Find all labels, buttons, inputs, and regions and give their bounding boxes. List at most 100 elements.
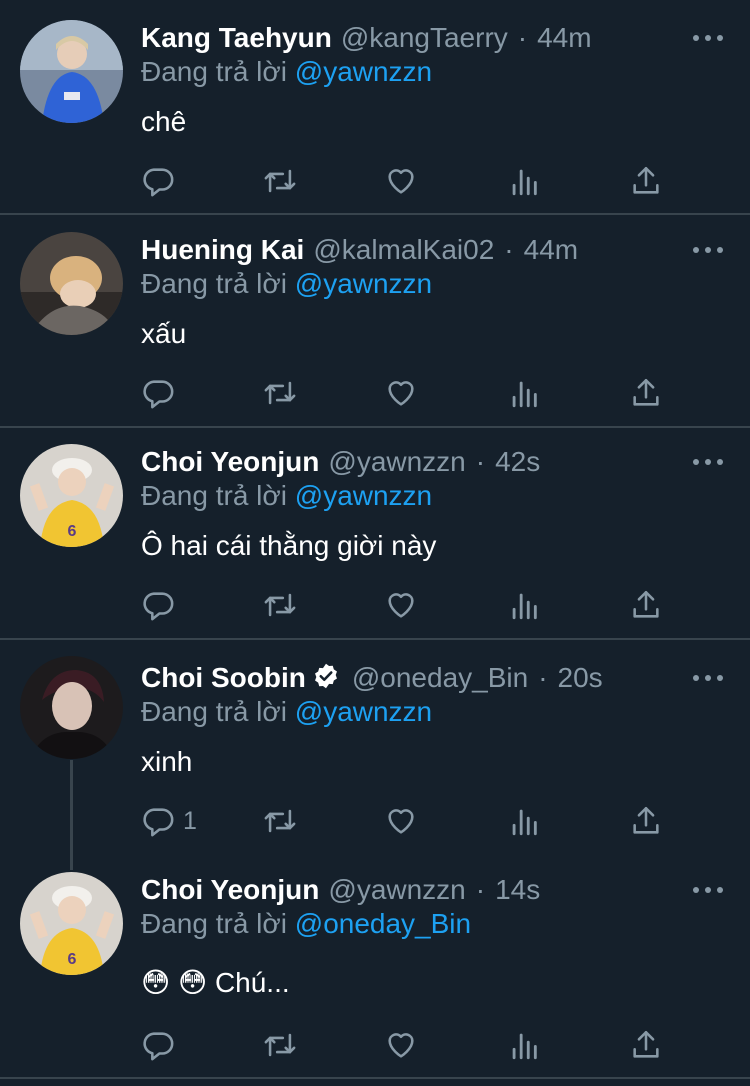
reply-icon bbox=[143, 168, 174, 197]
retweet-button[interactable] bbox=[261, 804, 299, 838]
timestamp[interactable]: 44m bbox=[524, 234, 578, 266]
reply-icon bbox=[143, 808, 174, 837]
tweet-actions bbox=[141, 164, 681, 198]
reply-to-link[interactable]: @yawnzzn bbox=[295, 480, 432, 511]
tweet-text: 😳 😳 Chú... bbox=[141, 967, 290, 998]
share-button[interactable] bbox=[629, 588, 663, 622]
analytics-icon bbox=[512, 1033, 537, 1060]
analytics-button[interactable] bbox=[507, 376, 541, 410]
tweet[interactable]: Huening Kai @kalmalKai02 · 44m Đang trả … bbox=[0, 215, 750, 426]
username[interactable]: @kangTaerry bbox=[341, 22, 508, 54]
reply-button[interactable]: 1 bbox=[141, 804, 197, 838]
share-button[interactable] bbox=[629, 376, 663, 410]
share-icon bbox=[633, 806, 659, 834]
reply-to-link[interactable]: @yawnzzn bbox=[295, 56, 432, 87]
display-name[interactable]: Kang Taehyun bbox=[141, 22, 332, 54]
reply-to-link[interactable]: @yawnzzn bbox=[295, 268, 432, 299]
reply-button[interactable] bbox=[141, 588, 183, 622]
like-button[interactable] bbox=[384, 164, 418, 198]
share-icon bbox=[633, 590, 659, 618]
display-name[interactable]: Choi Yeonjun bbox=[141, 874, 319, 906]
tweet[interactable]: Kang Taehyun @kangTaerry · 44m Đang trả … bbox=[0, 0, 750, 213]
retweet-icon bbox=[264, 381, 296, 405]
reply-to-link[interactable]: @yawnzzn bbox=[295, 696, 432, 727]
analytics-icon bbox=[512, 593, 537, 620]
analytics-button[interactable] bbox=[507, 588, 541, 622]
reply-prefix: Đang trả lời bbox=[141, 56, 287, 87]
display-name[interactable]: Choi Soobin bbox=[141, 662, 306, 694]
avatar[interactable] bbox=[20, 656, 123, 759]
retweet-button[interactable] bbox=[261, 164, 299, 198]
username[interactable]: @yawnzzn bbox=[328, 874, 465, 906]
timestamp[interactable]: 44m bbox=[537, 22, 591, 54]
username[interactable]: @yawnzzn bbox=[328, 446, 465, 478]
share-icon bbox=[633, 166, 659, 194]
more-icon[interactable] bbox=[693, 456, 723, 468]
retweet-button[interactable] bbox=[261, 376, 299, 410]
analytics-icon bbox=[512, 809, 537, 836]
reply-icon bbox=[143, 592, 174, 621]
verified-badge-icon bbox=[312, 662, 340, 695]
analytics-icon bbox=[512, 381, 537, 408]
like-button[interactable] bbox=[384, 1028, 418, 1062]
like-button[interactable] bbox=[384, 804, 418, 838]
heart-icon bbox=[388, 381, 414, 406]
tweet[interactable]: 6 Choi Yeonjun @yawnzzn · 14s Đang trả l… bbox=[0, 855, 750, 1077]
avatar[interactable] bbox=[20, 232, 123, 335]
username[interactable]: @kalmalKai02 bbox=[313, 234, 494, 266]
reply-context: Đang trả lời @yawnzzn bbox=[141, 268, 432, 300]
reply-prefix: Đang trả lời bbox=[141, 480, 287, 511]
tweet-text: xinh bbox=[141, 746, 193, 777]
tweet[interactable]: 6 Choi Yeonjun @yawnzzn · 42s Đang trả l… bbox=[0, 428, 750, 638]
tweet-actions bbox=[141, 588, 681, 622]
reply-to-link[interactable]: @oneday_Bin bbox=[295, 908, 471, 939]
reply-button[interactable] bbox=[141, 376, 183, 410]
more-icon[interactable] bbox=[693, 32, 723, 44]
reply-icon bbox=[143, 1032, 174, 1061]
share-button[interactable] bbox=[629, 1028, 663, 1062]
timestamp[interactable]: 42s bbox=[495, 446, 540, 478]
reply-context: Đang trả lời @yawnzzn bbox=[141, 480, 432, 512]
timestamp[interactable]: 14s bbox=[495, 874, 540, 906]
analytics-button[interactable] bbox=[507, 164, 541, 198]
meta-separator: · bbox=[517, 22, 528, 53]
avatar[interactable] bbox=[20, 20, 123, 123]
display-name[interactable]: Choi Yeonjun bbox=[141, 446, 319, 478]
display-name[interactable]: Huening Kai bbox=[141, 234, 304, 266]
reply-prefix: Đang trả lời bbox=[141, 268, 287, 299]
tweet-divider bbox=[0, 1077, 750, 1079]
like-button[interactable] bbox=[384, 376, 418, 410]
retweet-button[interactable] bbox=[261, 1028, 299, 1062]
avatar[interactable]: 6 bbox=[20, 872, 123, 975]
more-icon[interactable] bbox=[693, 672, 723, 684]
reply-button[interactable] bbox=[141, 164, 183, 198]
retweet-button[interactable] bbox=[261, 588, 299, 622]
heart-icon bbox=[388, 1033, 414, 1058]
heart-icon bbox=[388, 169, 414, 194]
meta-separator: · bbox=[504, 234, 514, 265]
tweet[interactable]: Choi Soobin @oneday_Bin · 20s Đang trả l… bbox=[0, 640, 750, 855]
analytics-button[interactable] bbox=[507, 804, 541, 838]
more-icon[interactable] bbox=[693, 884, 723, 896]
share-button[interactable] bbox=[629, 164, 663, 198]
reply-context: Đang trả lời @oneday_Bin bbox=[141, 908, 471, 940]
retweet-icon bbox=[264, 593, 296, 617]
reply-prefix: Đang trả lời bbox=[141, 908, 287, 939]
svg-text:6: 6 bbox=[68, 951, 77, 968]
heart-icon bbox=[388, 593, 414, 618]
analytics-button[interactable] bbox=[507, 1028, 541, 1062]
heart-icon bbox=[388, 809, 414, 834]
timestamp[interactable]: 20s bbox=[558, 662, 603, 694]
share-icon bbox=[633, 1030, 659, 1058]
avatar[interactable]: 6 bbox=[20, 444, 123, 547]
username[interactable]: @oneday_Bin bbox=[352, 662, 528, 694]
reply-prefix: Đang trả lời bbox=[141, 696, 287, 727]
share-icon bbox=[633, 378, 659, 406]
svg-text:6: 6 bbox=[68, 523, 77, 540]
share-button[interactable] bbox=[629, 804, 663, 838]
like-button[interactable] bbox=[384, 588, 418, 622]
reply-count: 1 bbox=[183, 806, 197, 835]
more-icon[interactable] bbox=[693, 244, 723, 256]
reply-context: Đang trả lời @yawnzzn bbox=[141, 56, 432, 88]
reply-button[interactable] bbox=[141, 1028, 183, 1062]
